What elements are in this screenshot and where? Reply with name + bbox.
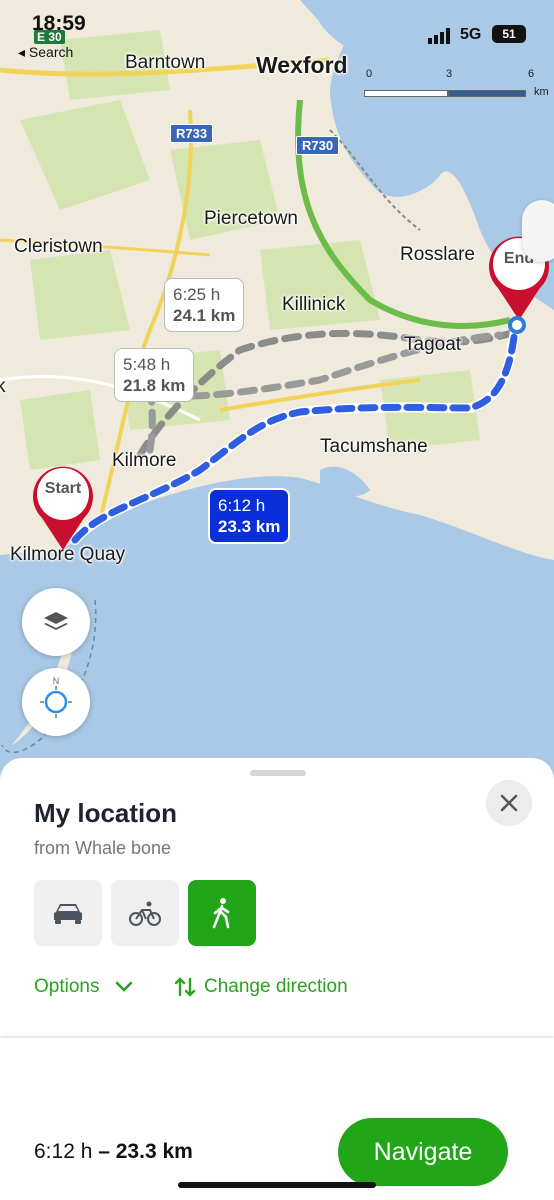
battery-icon: 51	[492, 25, 526, 43]
start-pin[interactable]: Start	[28, 460, 98, 550]
scale-unit: km	[534, 86, 549, 98]
layers-button[interactable]	[22, 588, 90, 656]
road-r730: R730	[296, 136, 340, 155]
back-to-search-link[interactable]: ◂ Search	[18, 44, 73, 61]
mode-bicycle-button[interactable]	[111, 880, 179, 946]
sheet-grabber[interactable]	[250, 770, 306, 776]
chevron-down-icon	[116, 981, 133, 992]
network-label: 5G	[460, 26, 482, 43]
summary-distance: 23.3 km	[115, 1140, 193, 1163]
scale-bar-first	[364, 90, 448, 97]
change-direction-button[interactable]: Change direction	[174, 976, 348, 998]
walk-icon	[212, 898, 230, 929]
current-location-dot	[508, 316, 526, 334]
route-time: 6:25 h	[173, 285, 221, 304]
route-summary-bar: 6:12 h – 23.3 km Navigate	[0, 1038, 554, 1200]
close-button[interactable]	[486, 780, 532, 826]
options-label: Options	[34, 976, 100, 997]
close-icon	[500, 794, 518, 812]
place-tacumshane: Tacumshane	[320, 436, 428, 457]
route-time: 6:12 h	[218, 496, 266, 515]
place-rosslare: Rosslare	[400, 244, 475, 265]
place-tagoat: Tagoat	[404, 334, 462, 355]
scale-tick-3: 3	[446, 68, 453, 80]
place-cleristown: Cleristown	[14, 236, 103, 257]
place-barntown: Barntown	[125, 52, 206, 73]
battery-level: 51	[502, 27, 516, 41]
map-canvas	[0, 0, 554, 754]
bicycle-icon	[129, 901, 161, 926]
signal-icon	[428, 28, 450, 44]
route-callout-alt-1[interactable]: 6:25 h 24.1 km	[164, 278, 245, 332]
route-summary: 6:12 h – 23.3 km	[34, 1140, 193, 1164]
navigate-label: Navigate	[373, 1137, 473, 1166]
mode-walk-button[interactable]	[188, 880, 256, 946]
swap-direction-icon	[174, 977, 196, 997]
route-callout-selected[interactable]: 6:12 h 23.3 km	[208, 488, 291, 544]
scale-tick-0: 0	[366, 68, 373, 80]
home-indicator	[178, 1182, 376, 1188]
place-wexford: Wexford	[256, 52, 348, 78]
place-partial: k	[0, 376, 6, 397]
scale-bar-second	[448, 90, 526, 97]
sheet-title: My location	[34, 798, 178, 828]
navigate-button[interactable]: Navigate	[338, 1118, 508, 1186]
place-killinick: Killinick	[282, 294, 346, 315]
pin-marker-icon	[33, 466, 94, 550]
route-distance: 21.8 km	[123, 376, 186, 395]
summary-dash: –	[92, 1140, 116, 1163]
scale-tick-6: 6	[528, 68, 535, 80]
compass-button[interactable]: N	[22, 668, 90, 736]
start-label: Start	[44, 480, 82, 497]
place-piercetown: Piercetown	[204, 208, 298, 229]
route-distance: 23.3 km	[218, 517, 281, 536]
route-callout-alt-2[interactable]: 5:48 h 21.8 km	[114, 348, 195, 402]
map-scale: 0 3 6 km	[364, 66, 549, 100]
route-bottom-sheet: My location from Whale bone Options Chan…	[0, 758, 554, 1200]
mode-car-button[interactable]	[34, 880, 102, 946]
side-handle[interactable]	[522, 200, 554, 262]
place-kilmore: Kilmore	[112, 450, 177, 471]
route-time: 5:48 h	[123, 355, 171, 374]
layers-icon	[44, 612, 68, 630]
sheet-subtitle: from Whale bone	[34, 838, 172, 858]
summary-time: 6:12 h	[34, 1140, 93, 1163]
road-r733: R733	[170, 124, 214, 143]
car-icon	[54, 904, 82, 924]
map-view[interactable]: 18:59 E 30 ◂ Search 5G 51 0 3 6 km Barnt…	[0, 0, 554, 780]
road-sign-badge: E 30	[34, 30, 65, 44]
options-dropdown[interactable]: Options	[34, 976, 133, 998]
route-distance: 24.1 km	[173, 306, 236, 325]
compass-north-label: N	[52, 676, 60, 686]
change-direction-label: Change direction	[204, 976, 348, 997]
